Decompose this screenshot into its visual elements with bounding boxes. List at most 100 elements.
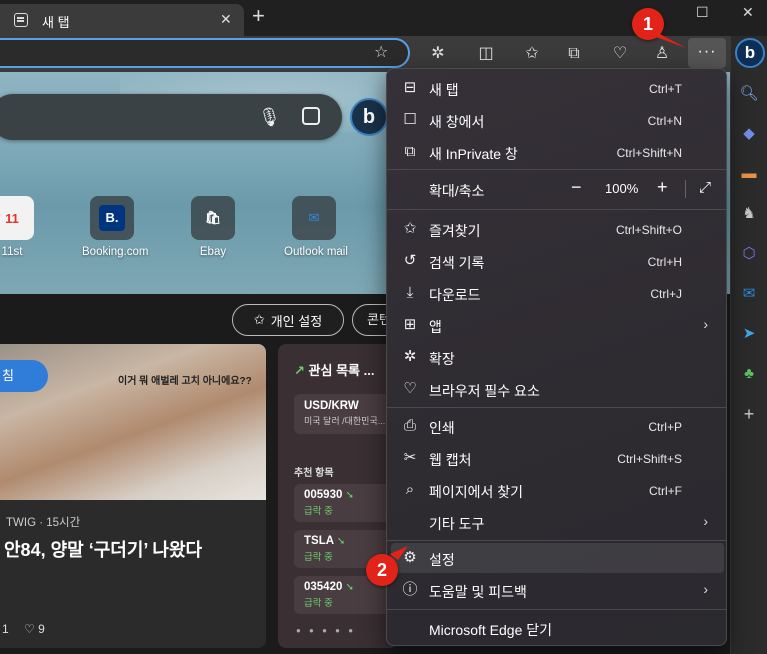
watchlist-item[interactable]: USD/KRW 미국 달러 /대한민국...: [294, 394, 398, 434]
tab-new-tab[interactable]: 새 탭 ✕: [0, 4, 244, 36]
menu-item-more-tools[interactable]: 기타 도구 ›: [391, 507, 724, 537]
stock-item[interactable]: 005930 ➘ 급락 중: [294, 484, 398, 522]
watch-subtitle: 미국 달러 /대한민국...: [304, 416, 386, 426]
news-footer: 1 ♡ 9: [2, 622, 45, 636]
add-favorite-star-icon[interactable]: ☆: [374, 42, 388, 62]
menu-divider: [387, 169, 726, 170]
tab-close-button[interactable]: ✕: [220, 11, 232, 28]
chevron-right-icon: ›: [703, 581, 708, 597]
menu-item-history[interactable]: ↺ 검색 기록 Ctrl+H: [391, 246, 724, 276]
menu-item-help-feedback[interactable]: ⓘ 도움말 및 피드백 ›: [391, 575, 724, 605]
fullscreen-icon[interactable]: ⤢: [699, 179, 711, 196]
news-card[interactable]: 이거 뭐 애벌레 고치 아니에요?? 침 TWIG · 15시간 안84, 양말…: [0, 344, 266, 648]
maximize-button[interactable]: ☐: [696, 4, 709, 21]
trend-up-icon: ↗: [294, 363, 305, 378]
sparkle-icon: ✩: [253, 312, 265, 327]
like-count[interactable]: 1: [2, 622, 9, 636]
news-image-caption: 이거 뭐 애벌레 고치 아니에요??: [118, 376, 252, 387]
menu-item-new-inprivate[interactable]: ⧉ 새 InPrivate 창 Ctrl+Shift+N: [391, 137, 724, 167]
new-window-icon: ☐: [403, 111, 417, 128]
browser-essentials-icon[interactable]: ♡: [610, 44, 630, 64]
step-badge-1-pointer: [648, 34, 686, 48]
menu-item-new-window[interactable]: ☐ 새 창에서 Ctrl+N: [391, 105, 724, 135]
personalize-button[interactable]: ✩ 개인 설정: [232, 304, 344, 336]
menu-item-new-tab[interactable]: ⊟ 새 탭 Ctrl+T: [391, 73, 724, 103]
address-bar[interactable]: [0, 38, 410, 68]
tab-title: 새 탭: [42, 15, 70, 30]
microphone-icon[interactable]: 🎙︎: [258, 107, 281, 128]
watchlist-card: ↗ 관심 목록 ... USD/KRW 미국 달러 /대한민국... 추천 항목…: [278, 344, 398, 648]
menu-item-web-capture[interactable]: ✂ 웹 캡처 Ctrl+Shift+S: [391, 443, 724, 473]
microsoft365-icon[interactable]: ⬡: [739, 244, 759, 264]
news-title[interactable]: 안84, 양말 ‘구더기’ 나왔다: [4, 536, 202, 562]
tree-icon[interactable]: ♣: [739, 364, 759, 384]
stock-symbol: 005930 ➘: [304, 489, 354, 501]
split-screen-icon[interactable]: ◫: [476, 44, 496, 64]
visual-search-icon[interactable]: [302, 107, 320, 125]
copilot-search-icon[interactable]: b: [350, 98, 388, 136]
new-tab-button[interactable]: +: [252, 5, 265, 27]
stock-symbol: TSLA ➘: [304, 535, 346, 547]
menu-item-close-edge[interactable]: Microsoft Edge 닫기: [391, 613, 724, 643]
add-sidebar-item-icon[interactable]: +: [739, 404, 759, 424]
telegram-send-icon[interactable]: ➤: [739, 324, 759, 344]
outlook-icon[interactable]: ✉: [739, 284, 759, 304]
menu-divider: [387, 407, 726, 408]
search-input[interactable]: [0, 94, 342, 140]
edge-sidebar: b 🔍︎ ◆ ▬ ♞ ⬡ ✉ ➤ ♣ +: [730, 36, 767, 654]
menu-item-browser-essentials[interactable]: ♡ 브라우저 필수 요소: [391, 374, 724, 404]
inprivate-window-icon: ⧉: [404, 143, 416, 160]
quicklink-booking[interactable]: B. Booking.com: [82, 196, 149, 258]
watch-symbol: USD/KRW: [304, 400, 359, 412]
menu-item-apps[interactable]: ⊞ 앱 ›: [391, 310, 724, 340]
favorites-icon: ✩: [403, 220, 417, 237]
quicklink-outlook[interactable]: ✉ Outlook mail: [284, 196, 348, 258]
dislike-icon[interactable]: ♡: [24, 622, 35, 636]
menu-item-find-on-page[interactable]: ⌕ 페이지에서 찾기 Ctrl+F: [391, 475, 724, 505]
menu-divider: [387, 209, 726, 210]
menu-item-favorites[interactable]: ✩ 즐겨찾기 Ctrl+Shift+O: [391, 214, 724, 244]
web-capture-icon: ✂: [403, 449, 417, 466]
menu-divider: [387, 609, 726, 610]
games-chess-icon[interactable]: ♞: [739, 204, 759, 224]
browser-essentials-icon: ♡: [403, 380, 417, 397]
stock-status: 급락 중: [304, 506, 333, 517]
collections-icon[interactable]: ⧉: [564, 44, 584, 64]
outlook-mail-icon: ✉: [292, 196, 336, 240]
tools-briefcase-icon[interactable]: ▬: [739, 164, 759, 184]
favorites-icon[interactable]: ✩: [522, 44, 542, 64]
new-tab-page-icon: [14, 13, 28, 27]
carousel-dots[interactable]: ● ● ● ● ●: [296, 626, 356, 635]
extensions-icon[interactable]: ✲: [428, 44, 448, 64]
zoom-in-button[interactable]: +: [657, 177, 668, 198]
extensions-icon: ✲: [403, 348, 417, 365]
quicklink-11st[interactable]: 11 11st: [0, 196, 42, 258]
quicklink-label: Ebay: [199, 246, 227, 258]
search-icon[interactable]: 🔍︎: [739, 84, 759, 104]
menu-item-extensions[interactable]: ✲ 확장: [391, 342, 724, 372]
shopping-tag-icon[interactable]: ◆: [739, 124, 759, 144]
chevron-right-icon: ›: [703, 316, 708, 332]
print-icon: ⎙: [403, 417, 416, 434]
zoom-out-button[interactable]: −: [571, 177, 582, 198]
quicklink-ebay[interactable]: 🛍 Ebay: [183, 196, 243, 258]
window-close-button[interactable]: ✕: [742, 4, 754, 21]
menu-item-zoom: 확대/축소 − 100% + ⤢: [429, 177, 712, 199]
dislike-count: 9: [38, 622, 45, 636]
settings-and-more-button[interactable]: ···: [688, 38, 726, 68]
quicklink-tile-icon: 11: [0, 196, 34, 240]
menu-item-settings[interactable]: ⚙ 설정: [391, 543, 724, 573]
menu-item-downloads[interactable]: ⤓ 다운로드 Ctrl+J: [391, 278, 724, 308]
quicklink-label: 11st: [1, 246, 23, 258]
history-icon: ↺: [403, 252, 417, 269]
watchlist-title: ↗ 관심 목록 ...: [294, 363, 375, 378]
step-badge-2-pointer: [390, 546, 408, 560]
quicklink-label: Booking.com: [82, 246, 149, 258]
settings-and-more-menu: ⊟ 새 탭 Ctrl+T ☐ 새 창에서 Ctrl+N ⧉ 새 InPrivat…: [386, 68, 727, 646]
news-category-pill[interactable]: 침: [0, 360, 48, 392]
copilot-icon[interactable]: b: [735, 38, 765, 68]
menu-item-print[interactable]: ⎙ 인쇄 Ctrl+P: [391, 411, 724, 441]
help-icon: ⓘ: [402, 581, 418, 598]
news-source: TWIG · 15시간: [6, 517, 81, 529]
zoom-divider: [685, 180, 686, 198]
